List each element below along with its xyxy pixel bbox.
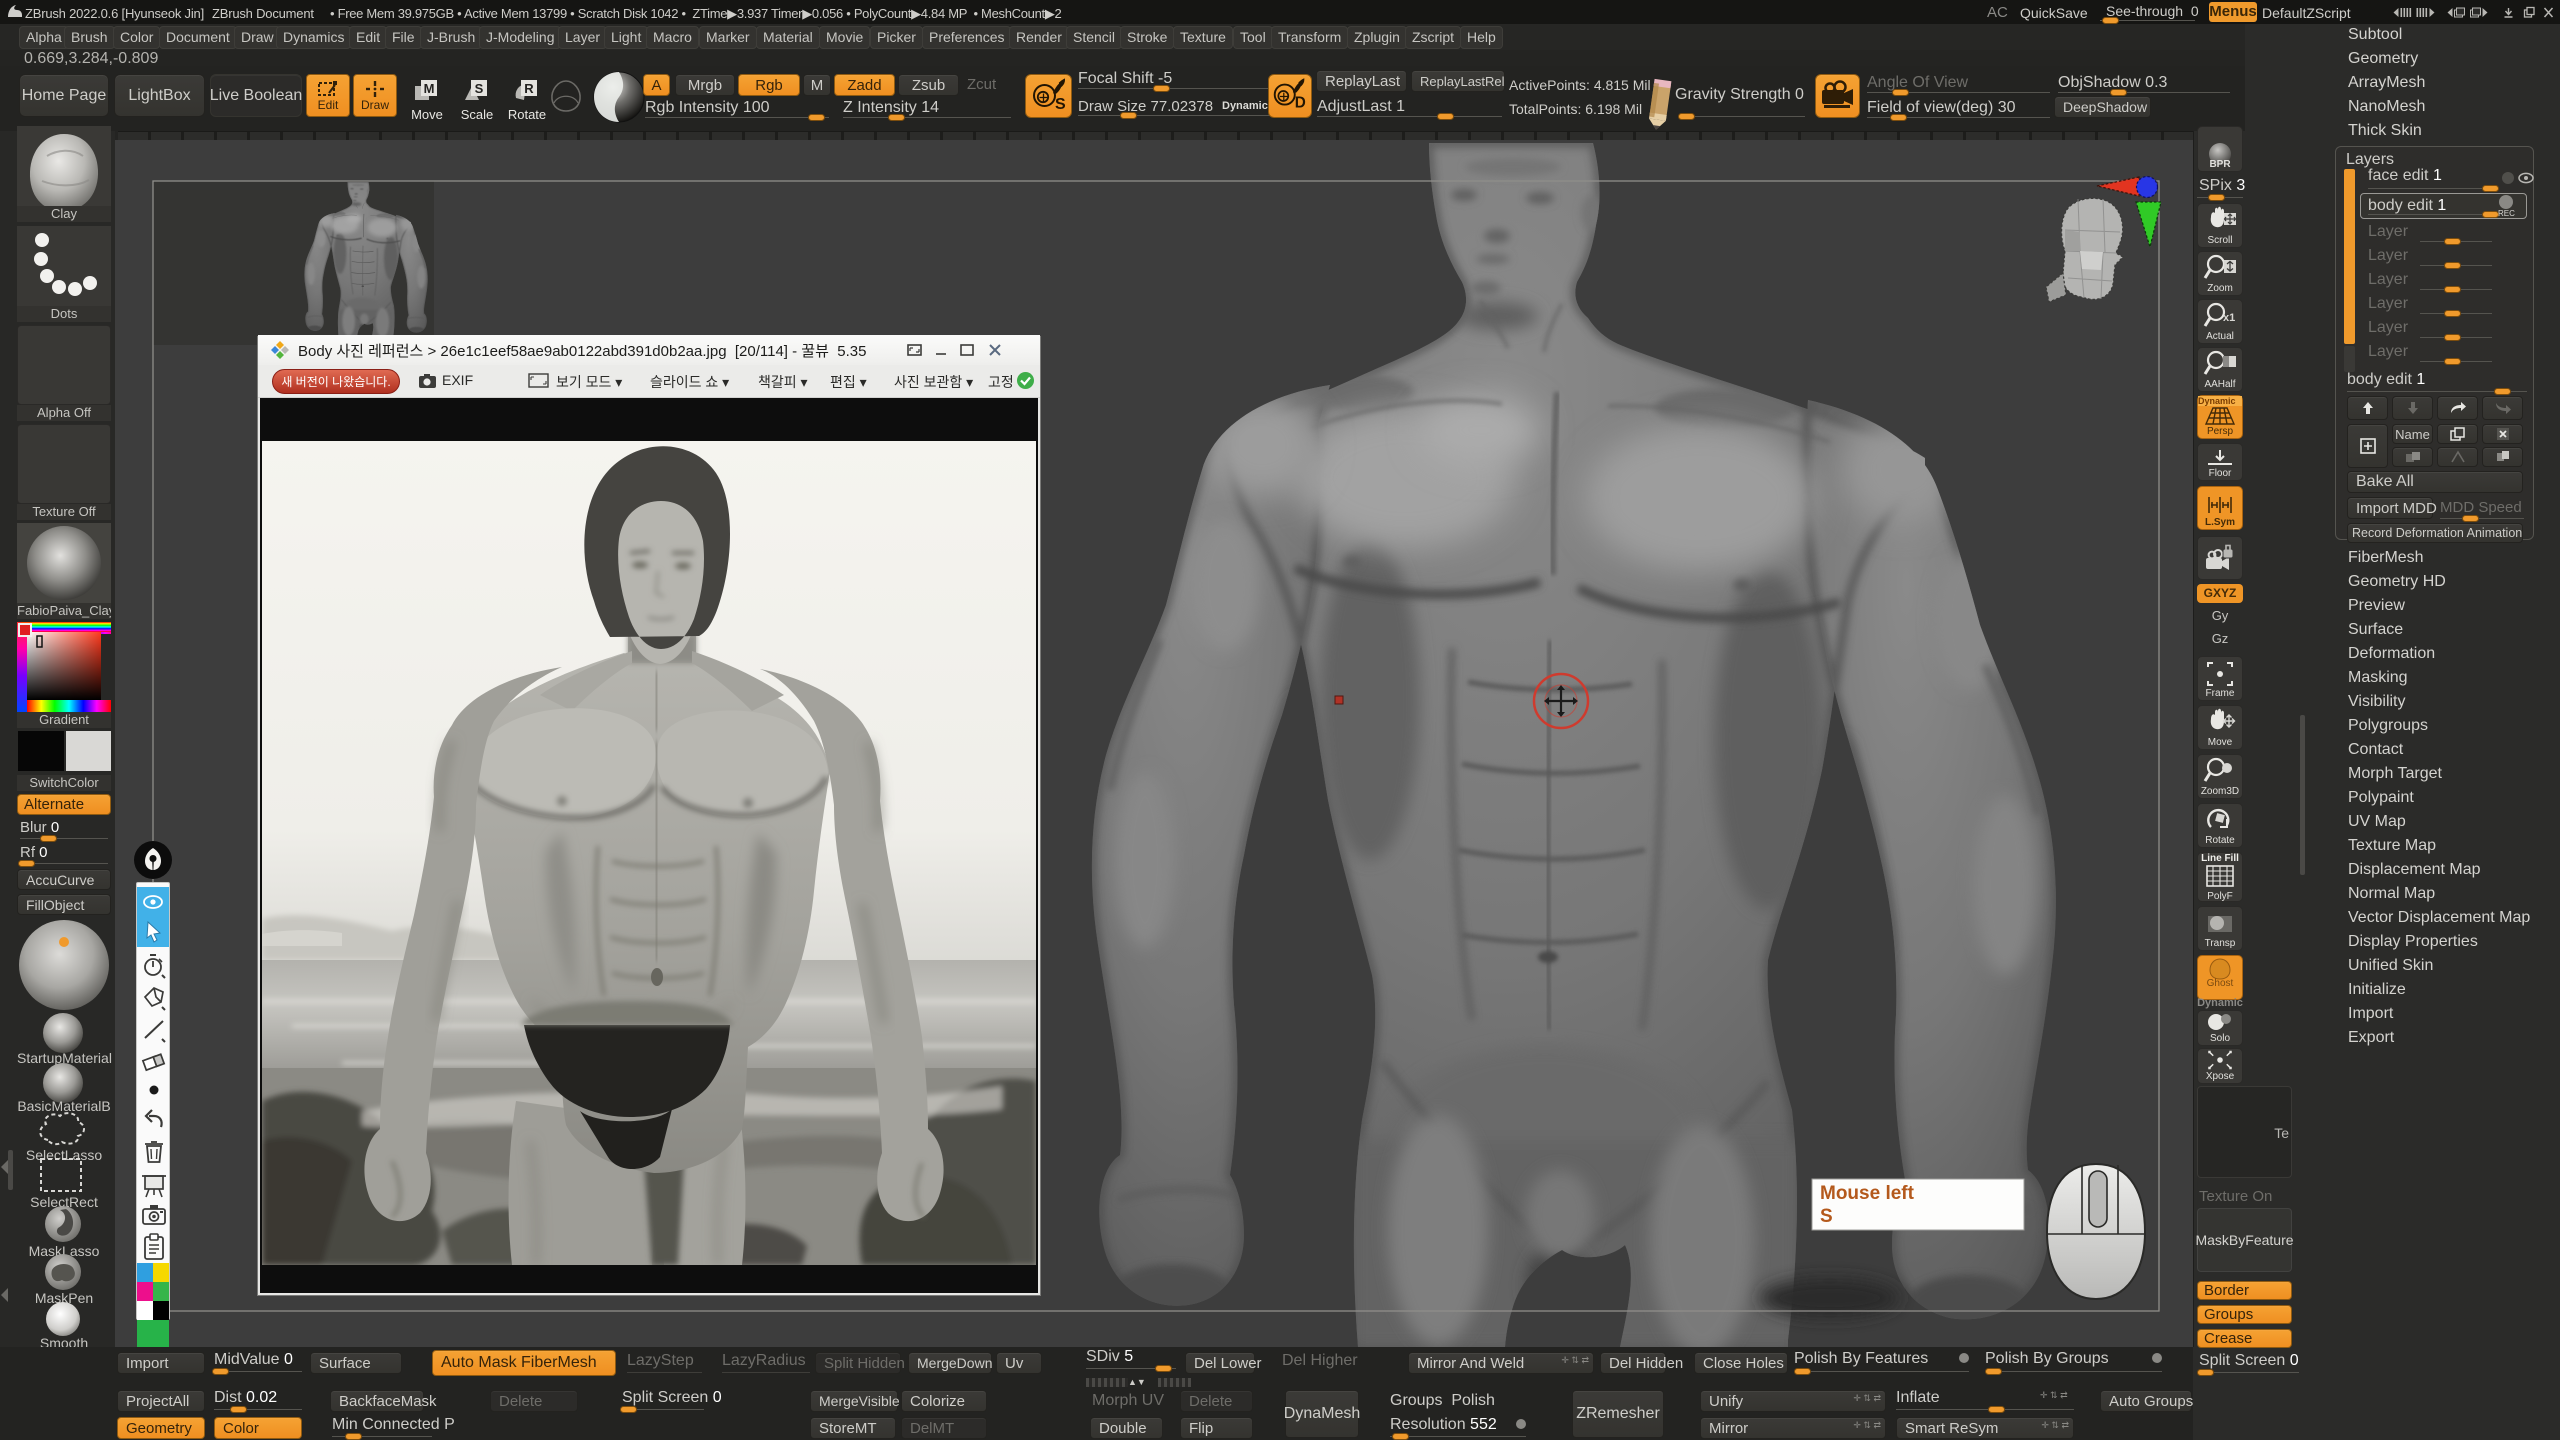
- svg-text:M: M: [424, 81, 435, 96]
- svg-text:x1: x1: [2223, 312, 2235, 324]
- svg-text:R: R: [524, 81, 534, 96]
- svg-text:Mouse left: Mouse left: [1820, 1183, 1915, 1204]
- svg-text:D: D: [1295, 94, 1306, 111]
- svg-text:S: S: [1820, 1206, 1833, 1227]
- svg-text:S: S: [1055, 96, 1066, 113]
- svg-text:S: S: [475, 81, 484, 96]
